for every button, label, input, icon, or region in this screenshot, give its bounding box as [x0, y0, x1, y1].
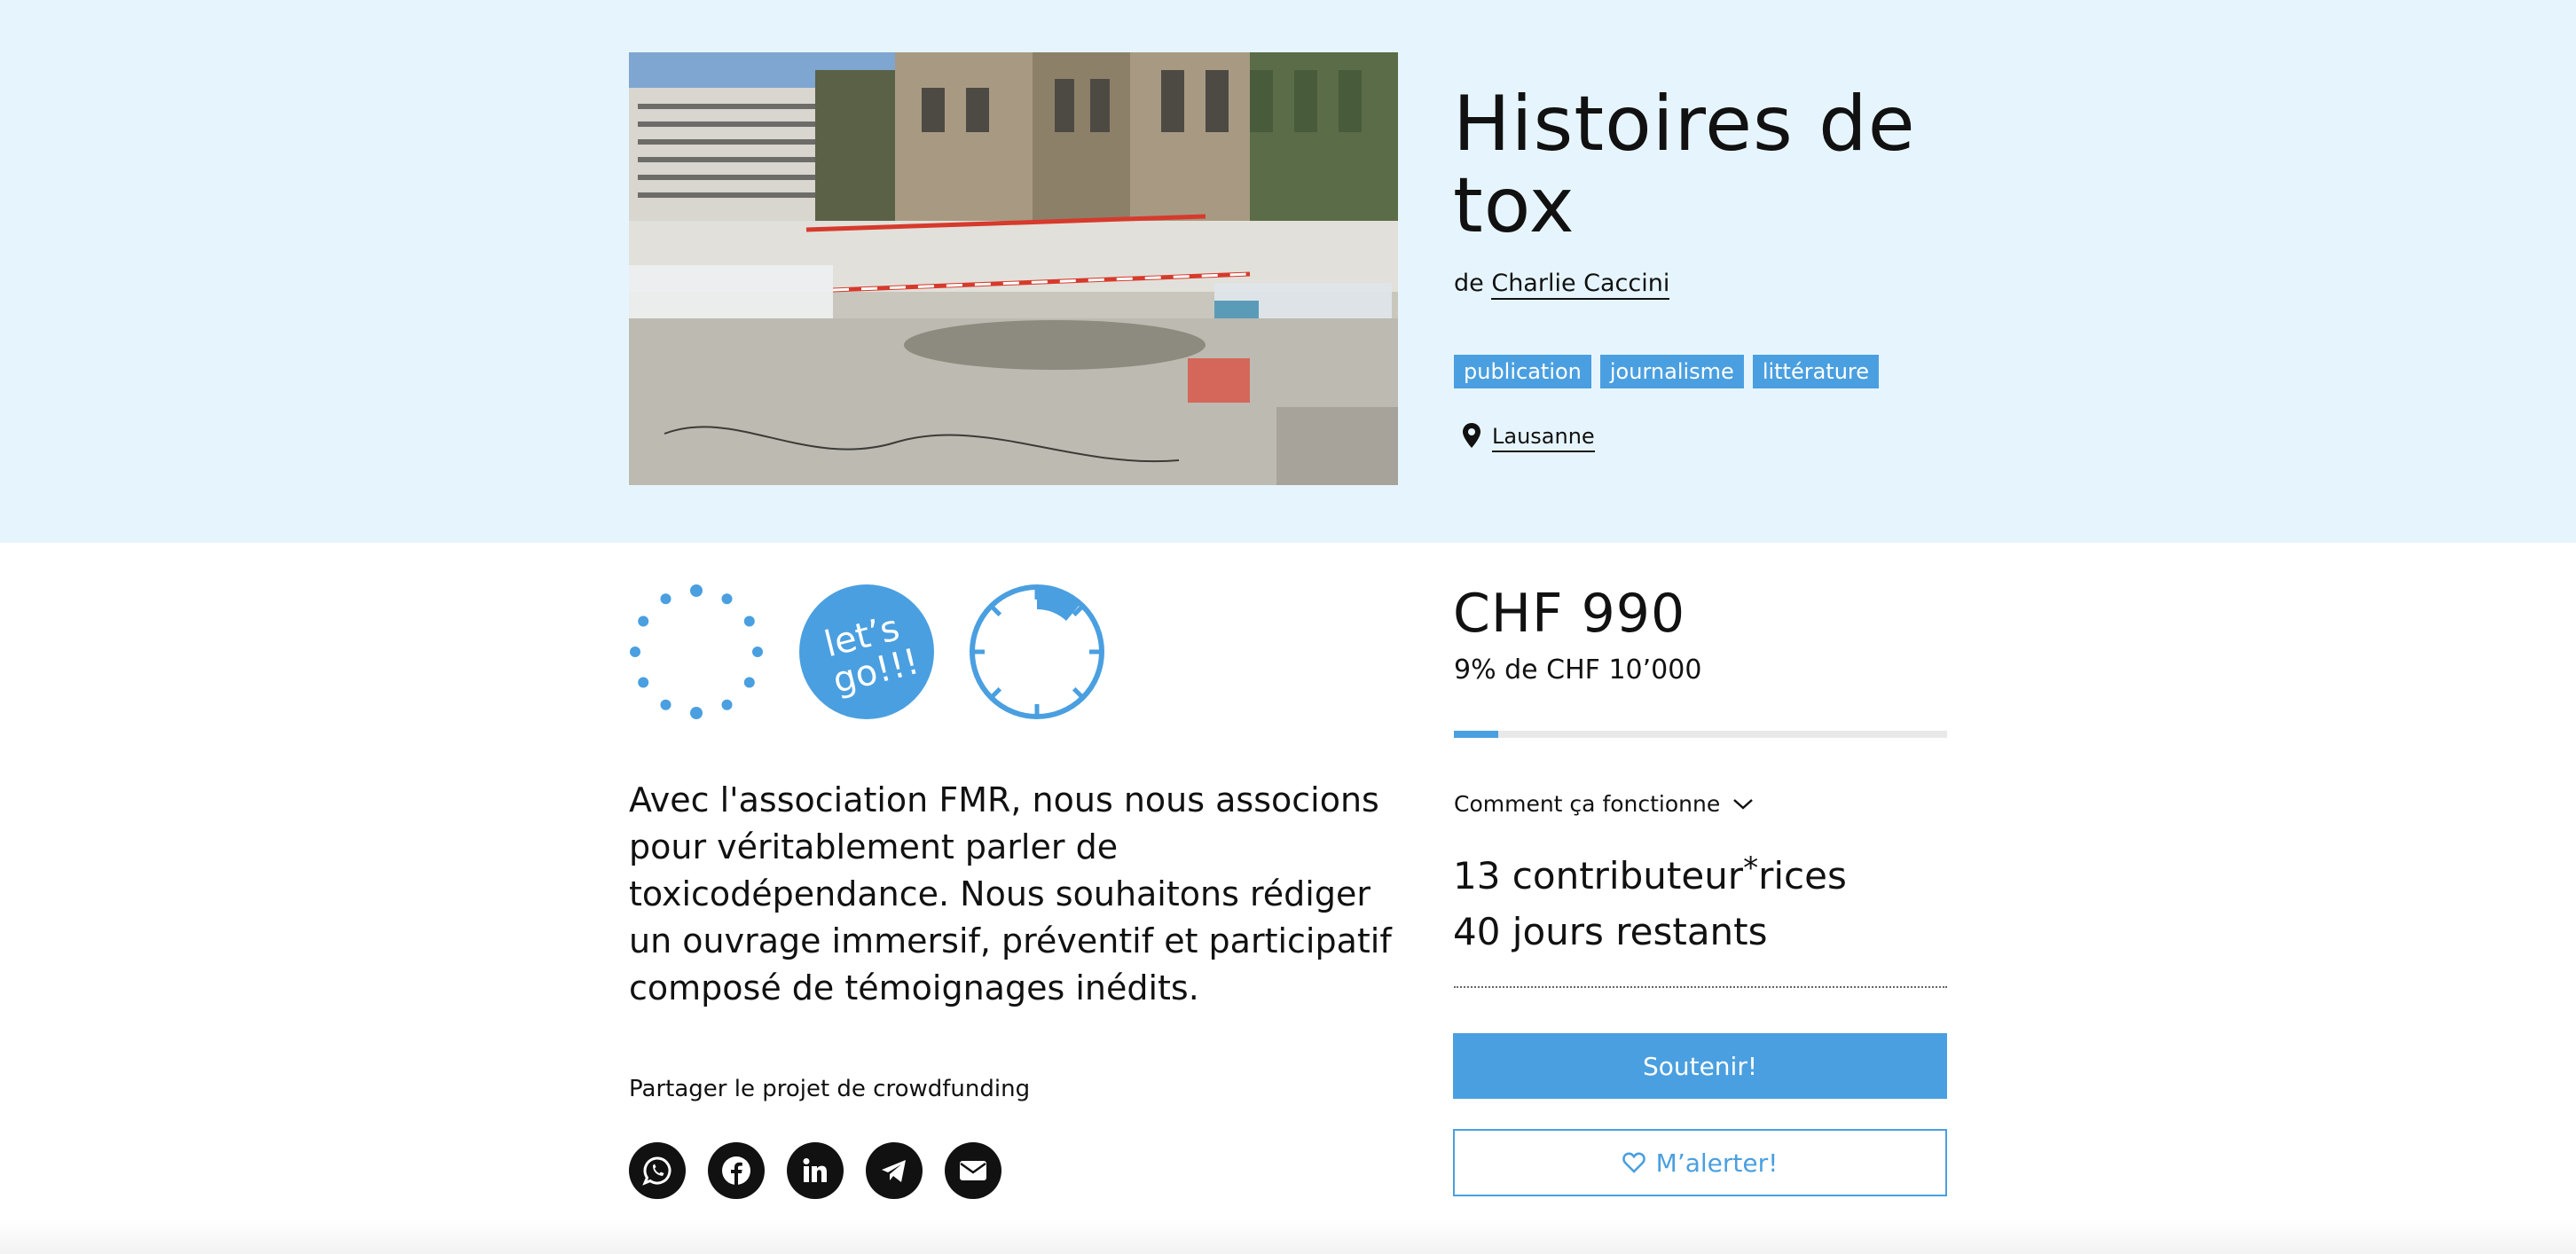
divider [1454, 986, 1947, 988]
tag-journalisme[interactable]: journalisme [1599, 355, 1744, 388]
campaign-stats: 13 contributeur*rices 40 jours restants [1453, 848, 1847, 960]
project-location: Lausanne [1462, 422, 1595, 452]
linkedin-icon [803, 1158, 827, 1182]
project-photo[interactable] [629, 52, 1398, 485]
author-link[interactable]: Charlie Caccini [1491, 270, 1670, 300]
contributors-count: 13 contributeur*rices [1453, 850, 1847, 897]
facebook-button[interactable] [708, 1142, 765, 1199]
how-it-works-label: Comment ça fonctionne [1454, 791, 1721, 817]
linkedin-button[interactable] [787, 1142, 844, 1199]
tag-litterature[interactable]: littérature [1752, 355, 1880, 388]
dotted-circle-badge-icon [630, 584, 763, 719]
project-badges: let’s go!!! [628, 584, 1105, 720]
tag-list: publication journalisme littérature [1454, 355, 1880, 388]
tag-publication[interactable]: publication [1454, 355, 1591, 388]
whatsapp-icon [642, 1156, 671, 1186]
alert-button[interactable]: M’alerter! [1453, 1129, 1947, 1196]
funding-progress-bar [1454, 731, 1947, 738]
map-pin-icon [1462, 422, 1481, 452]
whatsapp-button[interactable] [629, 1142, 686, 1199]
email-icon [960, 1161, 986, 1180]
project-byline: de Charlie Caccini [1454, 266, 1670, 302]
amount-raised: CHF 990 [1453, 583, 1686, 645]
clock-progress-badge-icon [970, 584, 1104, 719]
telegram-button[interactable] [866, 1142, 923, 1199]
funding-goal: 9% de CHF 10’000 [1454, 654, 1702, 686]
email-button[interactable] [945, 1142, 1001, 1199]
share-buttons [629, 1142, 1001, 1199]
project-title: Histoires de tox [1453, 80, 1916, 250]
construction-site-image [629, 52, 1398, 485]
alert-button-label: M’alerter! [1655, 1148, 1779, 1178]
support-button[interactable]: Soutenir! [1453, 1033, 1947, 1099]
lets-go-badge-icon: let’s go!!! [799, 584, 934, 719]
byline-prefix: de [1454, 270, 1484, 297]
how-it-works-toggle[interactable]: Comment ça fonctionne [1454, 789, 1754, 819]
location-link[interactable]: Lausanne [1492, 422, 1595, 452]
heart-icon [1622, 1152, 1645, 1173]
project-description: Avec l'association FMR, nous nous associ… [629, 780, 1392, 1007]
telegram-icon [882, 1160, 906, 1182]
share-label: Partager le projet de crowdfunding [629, 1076, 1031, 1102]
funding-progress-fill [1454, 731, 1499, 738]
days-remaining: 40 jours restants [1453, 910, 1768, 953]
footer-edge [0, 1220, 2576, 1254]
chevron-down-icon [1733, 799, 1754, 810]
facebook-icon [722, 1156, 750, 1185]
